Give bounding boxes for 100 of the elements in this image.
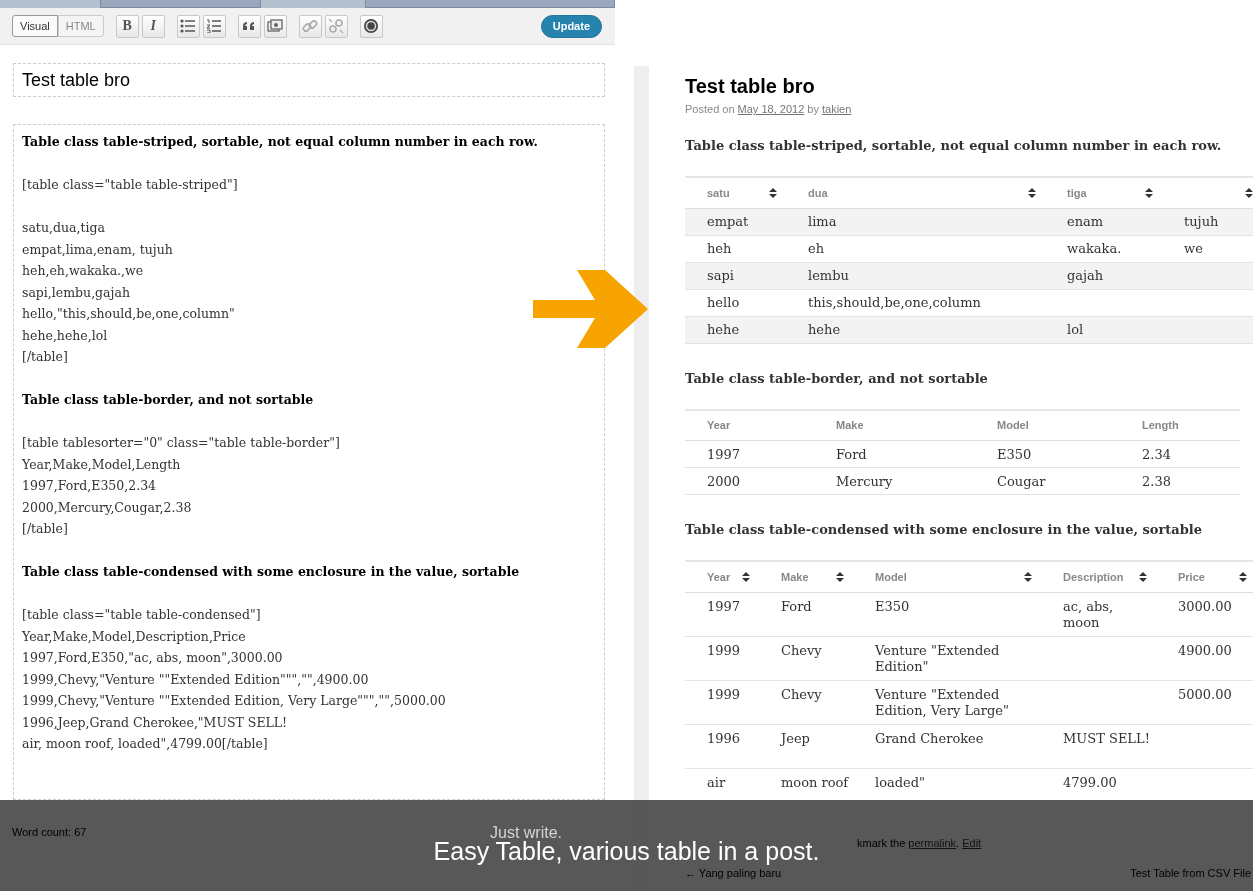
table-cell: we bbox=[1184, 241, 1203, 256]
table-cell: ac, abs, moon bbox=[1063, 598, 1114, 630]
editor-text-line: 1999,Chevy,"Venture ""Extended Edition, Very Large""","",5000.00 bbox=[22, 692, 447, 710]
sort-icon[interactable] bbox=[769, 187, 777, 198]
column-header: Make bbox=[836, 419, 864, 432]
table-cell: 1999 bbox=[707, 686, 741, 702]
column-header: Year bbox=[707, 419, 731, 432]
section-heading: Table class table-striped, sortable, not equal column number in each row. bbox=[685, 137, 1223, 155]
editor-text-line: [table tablesorter="0" class="table table-border"] bbox=[22, 434, 341, 452]
post-meta: Posted on May 18, 2012 by takien bbox=[685, 103, 853, 115]
sort-icon[interactable] bbox=[1245, 187, 1253, 198]
column-header: Model bbox=[997, 419, 1029, 432]
editor-text-line: [table class="table table-striped"] bbox=[22, 176, 239, 194]
table-cell: E350 bbox=[997, 446, 1032, 462]
sort-icon[interactable] bbox=[1145, 187, 1153, 198]
author-link[interactable]: takien bbox=[822, 103, 852, 115]
table-cell: air bbox=[707, 774, 726, 790]
sort-icon[interactable] bbox=[1239, 571, 1247, 582]
editor-text-line: hello,"this,should,be,one,column" bbox=[22, 305, 236, 323]
column-header[interactable]: Description bbox=[1063, 570, 1124, 583]
bullet-list-icon bbox=[180, 19, 197, 33]
table-cell: 5000.00 bbox=[1178, 686, 1232, 702]
table-cell: Grand Cherokee bbox=[875, 730, 984, 746]
table-cell: hehe bbox=[707, 322, 740, 337]
column-header[interactable]: dua bbox=[808, 186, 828, 199]
editor-text-line: 1997,Ford,E350,2.34 bbox=[22, 477, 158, 495]
numbered-list-icon bbox=[206, 19, 223, 33]
table-cell: Venture "Extended Edition, Very Large" bbox=[875, 686, 1009, 718]
editor-text-line: 2000,Mercury,Cougar,2.38 bbox=[22, 498, 193, 517]
sort-icon[interactable] bbox=[1139, 571, 1147, 582]
column-header[interactable]: Model bbox=[875, 570, 907, 583]
column-header[interactable]: Price bbox=[1178, 570, 1205, 583]
quote-button[interactable] bbox=[237, 14, 261, 38]
table-cell: heh bbox=[707, 241, 732, 256]
editor-text-line: heh,eh,wakaka.,we bbox=[22, 262, 145, 280]
table-cell: 1997 bbox=[707, 446, 741, 462]
table-cell: moon roof bbox=[781, 774, 849, 790]
editor-mode-tab[interactable]: HTML bbox=[57, 15, 104, 37]
table-cell: MUST SELL! bbox=[1063, 730, 1150, 746]
editor-text-line: 1997,Ford,E350,"ac, abs, moon",3000.00 bbox=[22, 649, 284, 667]
italic-button[interactable]: I bbox=[141, 14, 165, 38]
unlink-icon bbox=[328, 18, 345, 34]
numbered-list-button[interactable] bbox=[202, 14, 226, 38]
table-cell: sapi bbox=[707, 268, 734, 283]
table-cell: lembu bbox=[808, 268, 849, 283]
table-cell: 4799.00 bbox=[1063, 774, 1117, 790]
bold-button[interactable]: B bbox=[115, 14, 139, 38]
word-count: Word count: 67 bbox=[12, 826, 87, 838]
table-cell: 1997 bbox=[707, 598, 741, 614]
table-cell: 2.38 bbox=[1142, 473, 1171, 489]
help-button[interactable] bbox=[359, 14, 383, 38]
table-cell: Jeep bbox=[781, 730, 810, 746]
editor-heading: Table class table-border, and not sortable bbox=[22, 391, 315, 409]
table-cell: Chevy bbox=[781, 686, 822, 702]
table-cell: gajah bbox=[1067, 268, 1104, 283]
column-header[interactable]: satu bbox=[707, 186, 730, 199]
table-cell: eh bbox=[808, 241, 825, 256]
image-icon bbox=[267, 19, 284, 33]
table-cell: E350 bbox=[875, 598, 910, 614]
editor-text-line: Year,Make,Model,Description,Price bbox=[22, 627, 247, 646]
table-cell: Ford bbox=[781, 598, 812, 614]
table-cell: Chevy bbox=[781, 642, 822, 658]
table-cell: hello bbox=[707, 295, 740, 310]
editor-mode-tab[interactable]: Visual bbox=[12, 15, 58, 37]
editor-text-line: 1999,Chevy,"Venture ""Extended Edition""","",4900.00 bbox=[22, 670, 370, 689]
post-title: Test table bro bbox=[685, 74, 816, 99]
edit-link[interactable]: Edit bbox=[962, 836, 982, 849]
sort-icon[interactable] bbox=[836, 571, 844, 582]
table-cell: 3000.00 bbox=[1178, 598, 1232, 614]
post-footer-text: kmark the permalink. Edit bbox=[857, 836, 983, 849]
table-cell: 1999 bbox=[707, 642, 741, 658]
sort-icon[interactable] bbox=[742, 571, 750, 582]
update-button[interactable]: Update bbox=[540, 14, 602, 38]
title-field[interactable]: Test table bro bbox=[13, 63, 605, 97]
date-link[interactable]: May 18, 2012 bbox=[737, 103, 805, 115]
editor-heading: Table class table-condensed with some enclosure in the value, sortable bbox=[22, 563, 521, 581]
table-cell: 1996 bbox=[707, 730, 741, 746]
next-post-link[interactable]: Test Table from CSV File bbox=[1130, 866, 1251, 879]
link-icon bbox=[302, 18, 319, 34]
editor-text-line: hehe,hehe,lol bbox=[22, 326, 109, 345]
table-cell: Ford bbox=[836, 446, 867, 462]
sort-icon[interactable] bbox=[1028, 187, 1036, 198]
section-heading: Table class table-condensed with some enclosure in the value, sortable bbox=[685, 521, 1204, 539]
table-cell: lima bbox=[808, 214, 837, 229]
column-header[interactable]: Year bbox=[707, 570, 731, 583]
editor-heading: Table class table-striped, sortable, not equal column number in each row. bbox=[22, 133, 539, 151]
table-cell: lol bbox=[1067, 322, 1084, 337]
previous-post-link[interactable]: ← Yang paling baru bbox=[685, 866, 782, 879]
table-cell: 2000 bbox=[707, 473, 741, 489]
table-cell: Venture "Extended Edition" bbox=[875, 642, 1000, 674]
editor-text-line: sapi,lembu,gajah bbox=[22, 283, 131, 302]
table-cell: wakaka. bbox=[1067, 241, 1122, 256]
media-button[interactable] bbox=[263, 14, 287, 38]
section-heading: Table class table-border, and not sortable bbox=[685, 369, 989, 388]
column-header[interactable]: Make bbox=[781, 570, 809, 583]
column-header[interactable]: tiga bbox=[1067, 186, 1087, 199]
table-cell: this,should,be,one,column bbox=[808, 295, 981, 310]
bullet-list-button[interactable] bbox=[176, 14, 200, 38]
sort-icon[interactable] bbox=[1024, 571, 1032, 582]
arrow-icon bbox=[533, 270, 648, 348]
